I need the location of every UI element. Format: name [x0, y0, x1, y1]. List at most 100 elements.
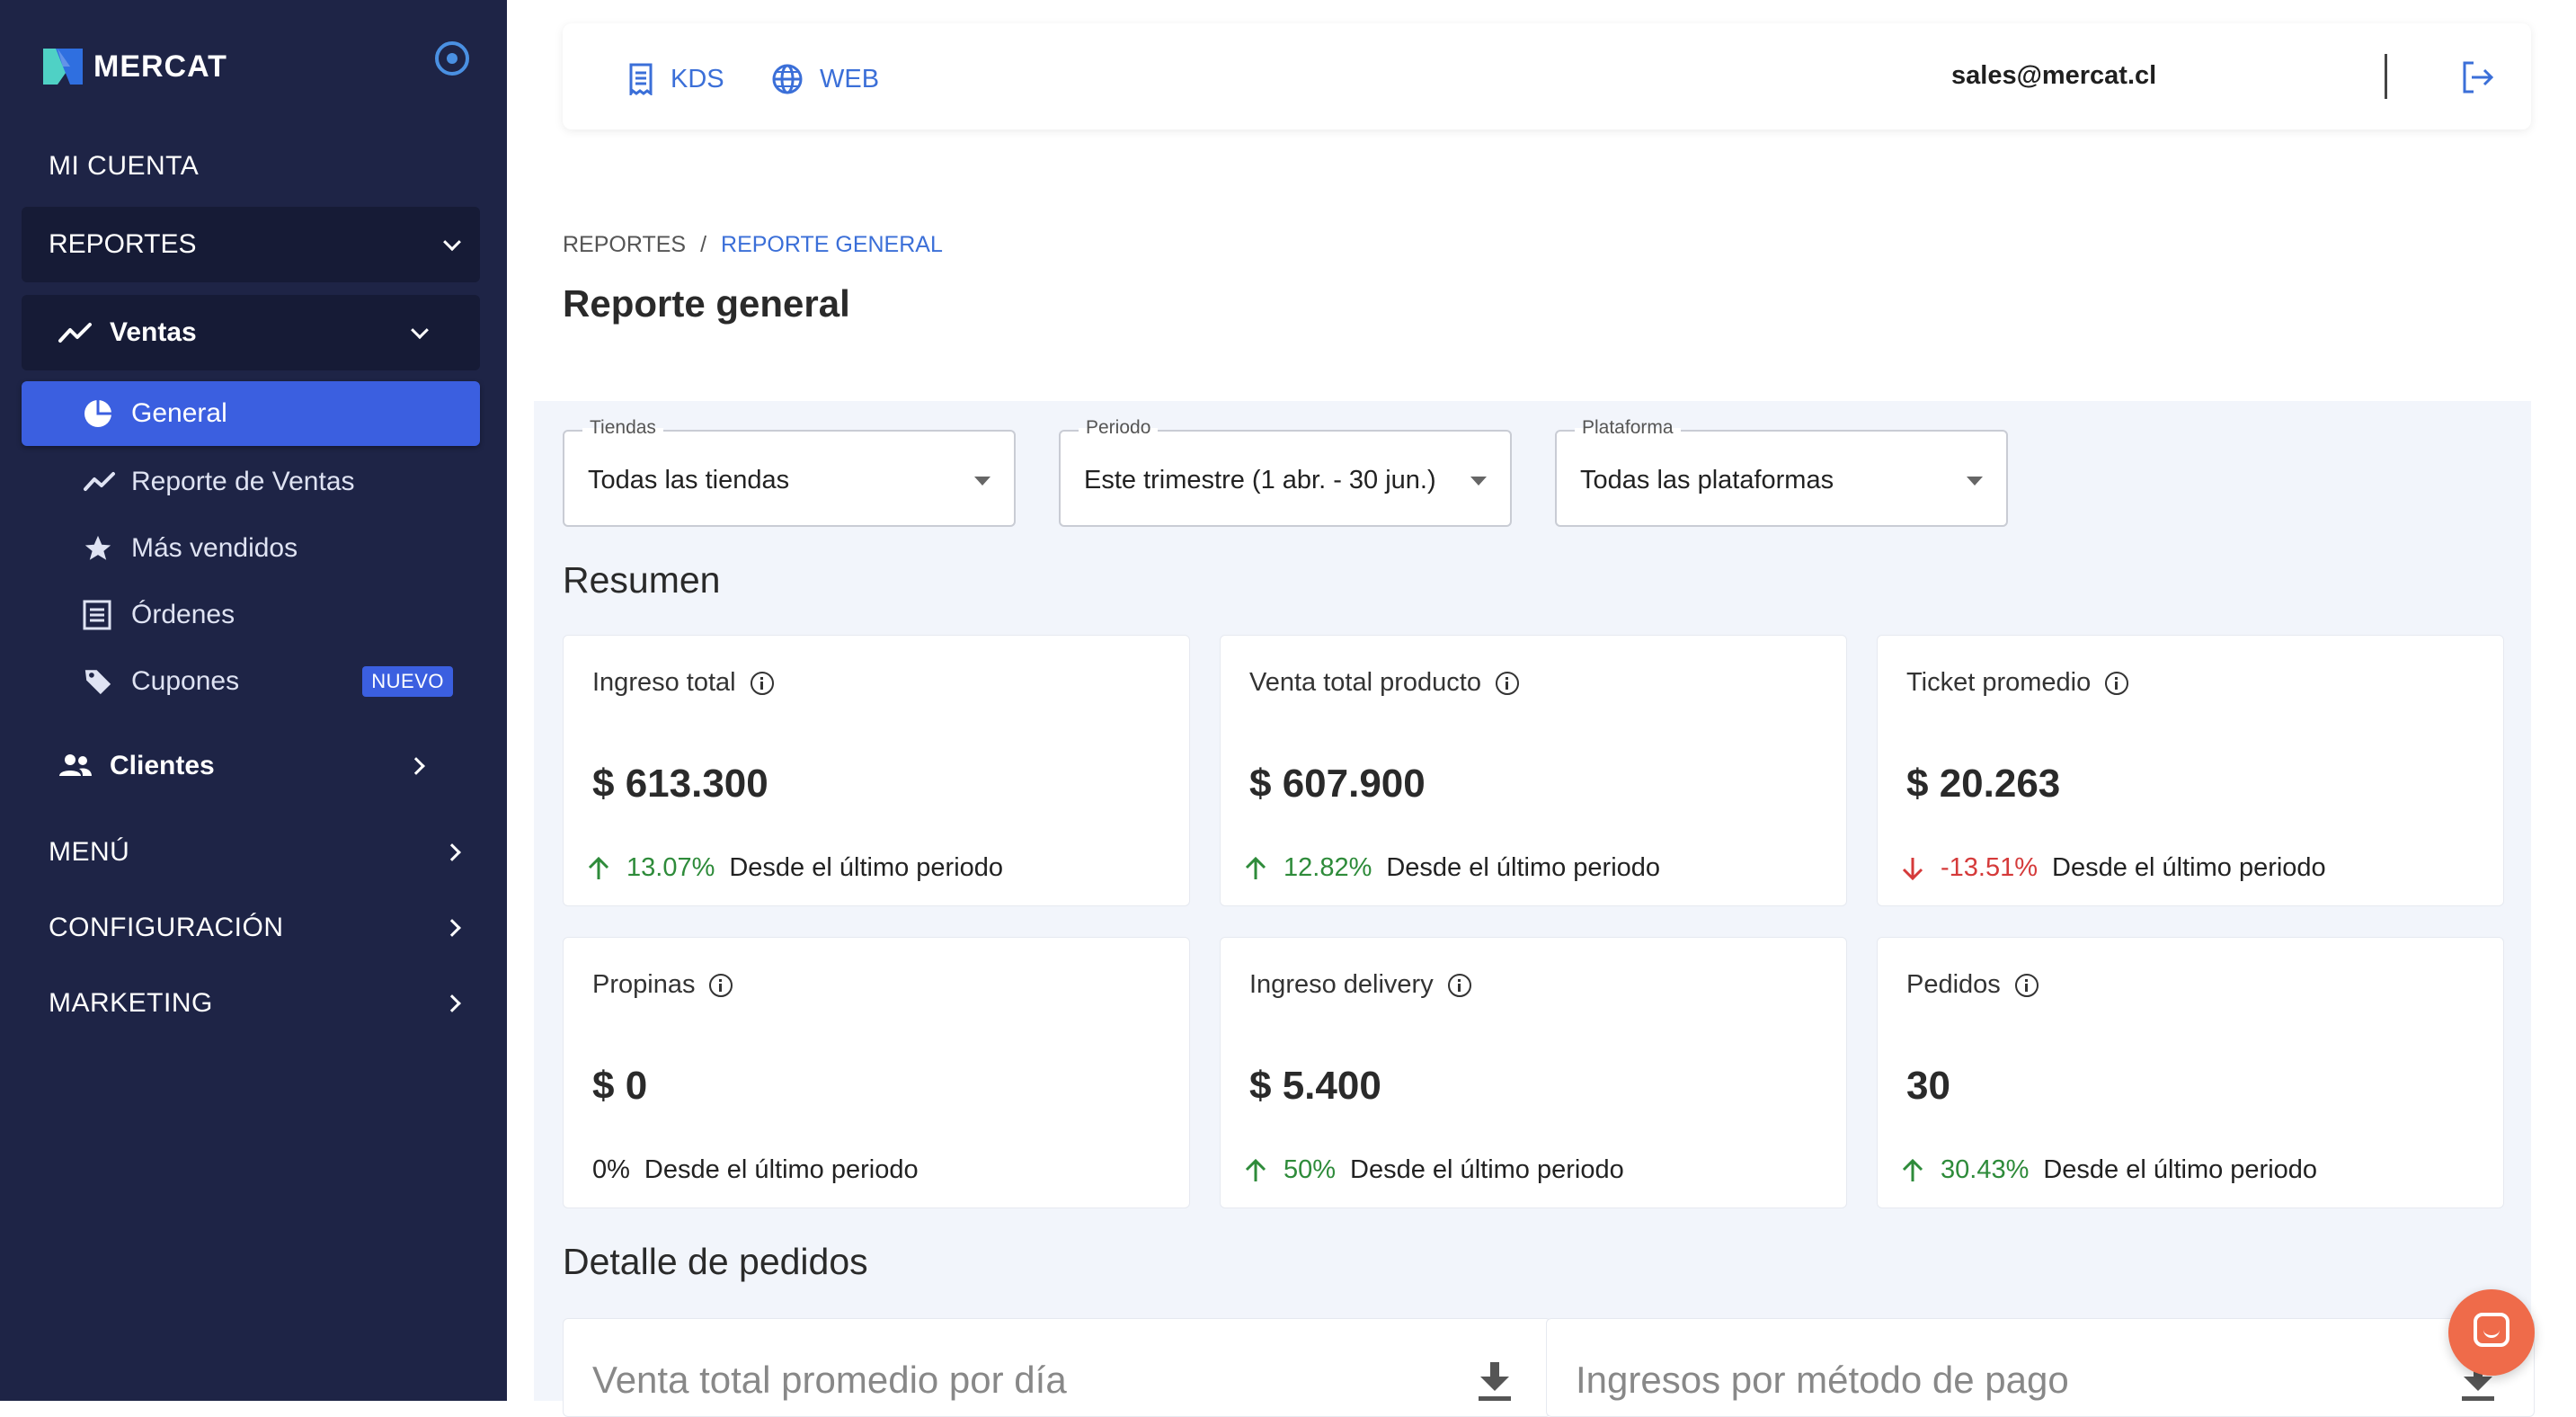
- nav-reportes-label: REPORTES: [49, 229, 197, 259]
- chart-card-metodo-pago: Ingresos por método de pago: [1546, 1318, 2535, 1417]
- receipt-icon: [629, 63, 653, 95]
- card-title: Pedidos: [1906, 970, 2001, 999]
- nav-marketing[interactable]: MARKETING: [22, 967, 480, 1039]
- filter-value: Este trimestre (1 abr. - 30 jun.): [1084, 466, 1436, 495]
- card-since: Desde el último periodo: [2052, 853, 2326, 882]
- card-since: Desde el último periodo: [729, 853, 1004, 882]
- card-value: $ 607.900: [1249, 762, 1426, 806]
- card-delta: -13.51% Desde el último periodo: [1899, 853, 2326, 883]
- list-icon: [83, 600, 111, 630]
- card-percent: 30.43%: [1941, 1155, 2030, 1184]
- chevron-right-icon: [443, 994, 461, 1012]
- card-title: Ingreso total: [592, 668, 736, 697]
- card-delta: 13.07% Desde el último periodo: [585, 853, 1003, 883]
- card-since: Desde el último periodo: [2043, 1155, 2318, 1184]
- nav-reportes[interactable]: REPORTES: [22, 207, 480, 282]
- sidebar-item-label: Más vendidos: [131, 533, 298, 563]
- caret-down-icon: [1967, 477, 1983, 486]
- sidebar-item-reporte-ventas[interactable]: Reporte de Ventas: [22, 450, 480, 514]
- trending-icon: [84, 472, 115, 491]
- info-icon[interactable]: [709, 973, 733, 997]
- info-icon[interactable]: [2105, 671, 2129, 695]
- card-value: $ 613.300: [592, 762, 768, 806]
- nav-configuracion[interactable]: CONFIGURACIÓN: [22, 892, 480, 964]
- nav-clientes-label: Clientes: [110, 751, 215, 780]
- users-icon: [59, 754, 92, 776]
- nav-menu[interactable]: MENÚ: [22, 816, 480, 888]
- brand-name: MERCAT: [93, 49, 227, 84]
- sidebar-item-general[interactable]: General: [22, 381, 480, 446]
- filter-periodo[interactable]: Periodo Este trimestre (1 abr. - 30 jun.…: [1059, 417, 1512, 527]
- sidebar-item-cupones[interactable]: Cupones NUEVO: [22, 649, 480, 714]
- brand-logo[interactable]: MERCAT: [43, 49, 227, 85]
- card-percent: 50%: [1284, 1155, 1337, 1184]
- sidebar: MERCAT MI CUENTA REPORTES Ventas General…: [0, 0, 507, 1401]
- breadcrumb: REPORTES / REPORTE GENERAL: [563, 232, 943, 258]
- filter-tiendas[interactable]: Tiendas Todas las tiendas: [563, 417, 1016, 527]
- info-icon[interactable]: [2014, 973, 2039, 997]
- card-since: Desde el último periodo: [644, 1155, 919, 1184]
- arrow-up-icon: [1245, 856, 1266, 879]
- arrow-up-icon: [1245, 1158, 1266, 1181]
- breadcrumb-separator: /: [700, 232, 707, 257]
- card-title: Ticket promedio: [1906, 668, 2092, 697]
- card-percent: -13.51%: [1941, 853, 2039, 882]
- nav-ventas[interactable]: Ventas: [22, 295, 480, 370]
- chevron-right-icon: [407, 757, 425, 775]
- web-link[interactable]: WEB: [771, 63, 879, 95]
- filter-label: Tiendas: [582, 417, 663, 439]
- card-delta: 12.82% Desde el último periodo: [1242, 853, 1660, 883]
- logout-icon[interactable]: [2459, 59, 2495, 95]
- card-value: $ 20.263: [1906, 762, 2061, 806]
- nav-marketing-label: MARKETING: [49, 988, 213, 1018]
- new-badge: NUEVO: [362, 666, 453, 697]
- divider: [2385, 54, 2387, 99]
- card-value: $ 0: [592, 1064, 648, 1108]
- caret-down-icon: [974, 477, 990, 486]
- sidebar-item-label: General: [131, 398, 227, 428]
- mercat-logo-icon: [43, 49, 83, 85]
- nav-ventas-label: Ventas: [110, 317, 197, 347]
- chevron-down-icon: [443, 233, 461, 252]
- card-percent: 0%: [592, 1155, 630, 1184]
- card-value: $ 5.400: [1249, 1064, 1381, 1108]
- info-icon[interactable]: [1447, 973, 1471, 997]
- target-icon[interactable]: [435, 41, 469, 76]
- sidebar-item-label: Cupones: [131, 666, 240, 696]
- info-icon[interactable]: [750, 671, 774, 695]
- caret-down-icon: [1470, 477, 1487, 486]
- arrow-up-icon: [1902, 1158, 1923, 1181]
- detalle-title: Detalle de pedidos: [563, 1241, 868, 1282]
- card-since: Desde el último periodo: [1386, 853, 1661, 882]
- nav-mi-cuenta[interactable]: MI CUENTA: [49, 151, 199, 182]
- download-icon[interactable]: [1477, 1362, 1513, 1402]
- card-value: 30: [1906, 1064, 1950, 1108]
- sidebar-item-label: Órdenes: [131, 600, 235, 629]
- user-email[interactable]: sales@mercat.cl: [1951, 61, 2156, 91]
- chart-card-title: Ingresos por método de pago: [1576, 1359, 2069, 1401]
- breadcrumb-current: REPORTE GENERAL: [721, 232, 943, 257]
- info-icon[interactable]: [1495, 671, 1519, 695]
- star-icon: [84, 535, 111, 560]
- card-title: Propinas: [592, 970, 696, 999]
- card-ingreso-total: Ingreso total $ 613.300 13.07% Desde el …: [563, 635, 1190, 906]
- chat-button[interactable]: [2448, 1289, 2535, 1376]
- arrow-up-icon: [588, 856, 609, 879]
- web-label: WEB: [820, 64, 880, 94]
- card-since: Desde el último periodo: [1350, 1155, 1624, 1184]
- breadcrumb-root[interactable]: REPORTES: [563, 232, 686, 258]
- card-title: Ingreso delivery: [1249, 970, 1434, 999]
- card-delta: 50% Desde el último periodo: [1242, 1155, 1624, 1185]
- top-bar: KDS WEB sales@mercat.cl: [563, 23, 2531, 129]
- nav-clientes[interactable]: Clientes: [22, 730, 480, 802]
- filter-plataforma[interactable]: Plataforma Todas las plataformas: [1555, 417, 2008, 527]
- arrow-down-icon: [1902, 857, 1923, 880]
- card-ticket-promedio: Ticket promedio $ 20.263 -13.51% Desde e…: [1877, 635, 2504, 906]
- card-percent: 13.07%: [626, 853, 715, 882]
- pie-chart-icon: [84, 400, 111, 427]
- sidebar-item-mas-vendidos[interactable]: Más vendidos: [22, 516, 480, 581]
- sidebar-item-ordenes[interactable]: Órdenes: [22, 583, 480, 647]
- filter-value: Todas las tiendas: [588, 466, 790, 495]
- filter-label: Periodo: [1079, 417, 1159, 439]
- kds-link[interactable]: KDS: [627, 63, 724, 95]
